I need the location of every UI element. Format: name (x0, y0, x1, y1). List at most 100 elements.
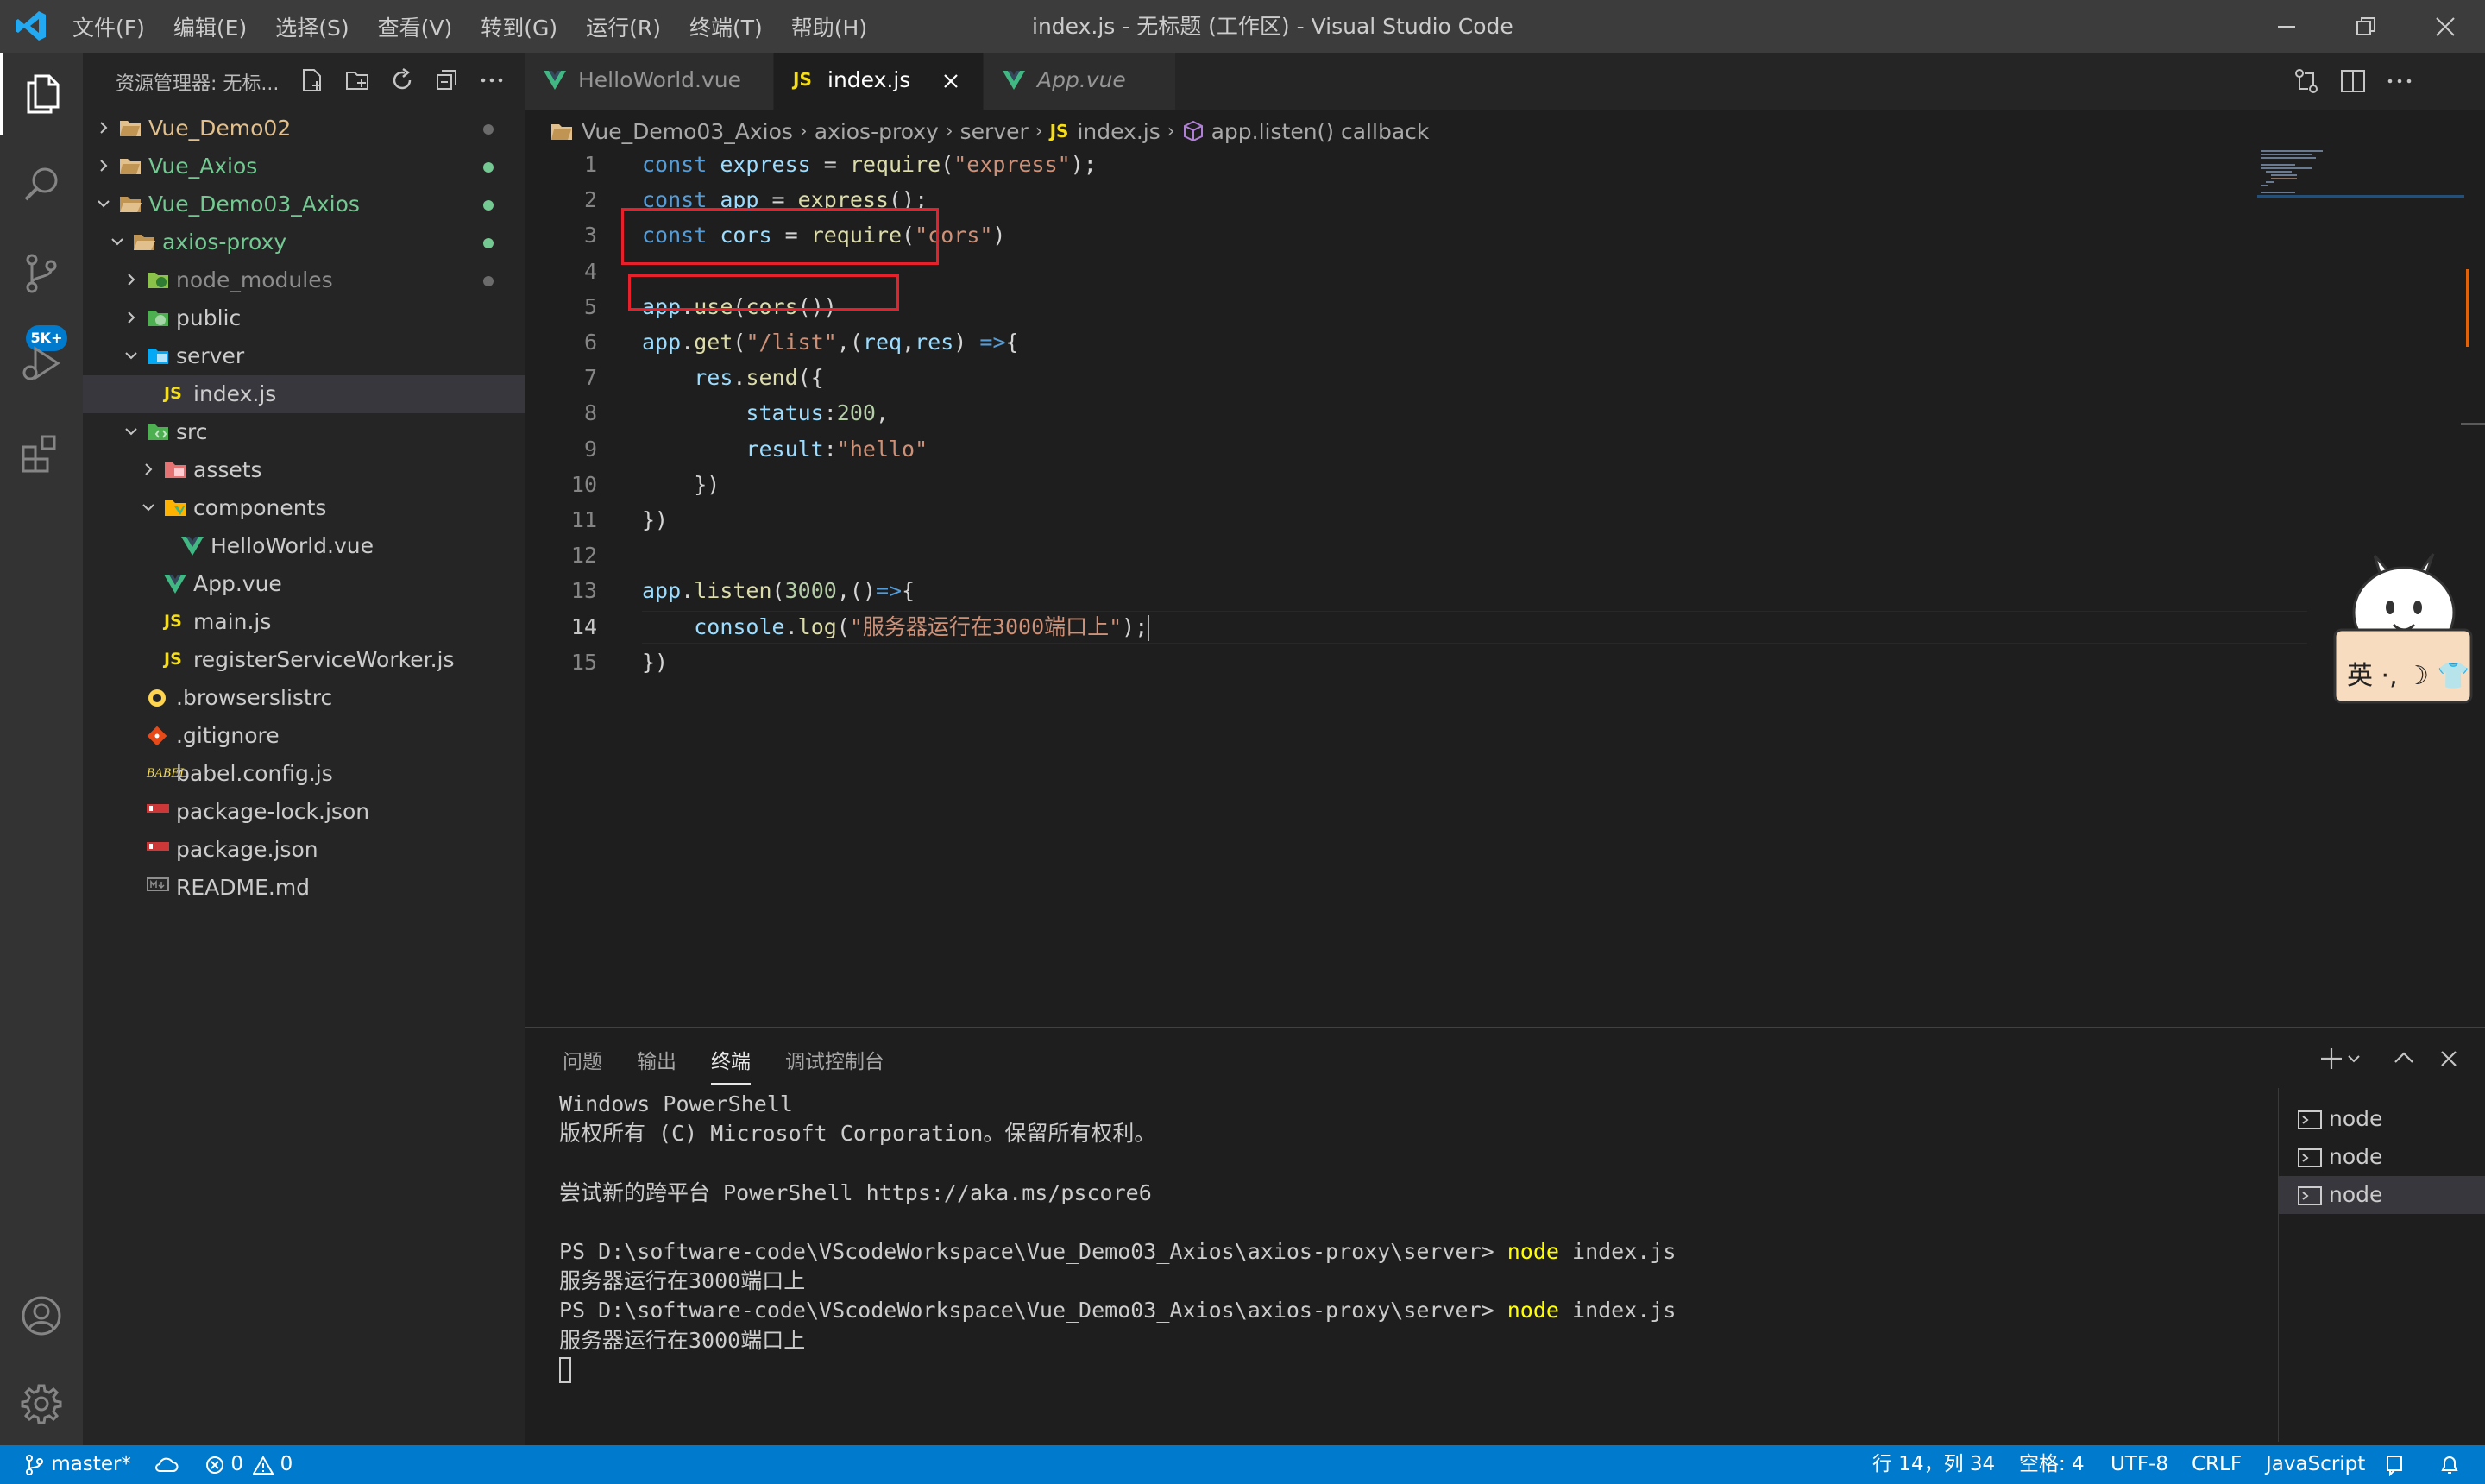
line-number: 1 (583, 152, 597, 177)
refresh-button[interactable] (387, 65, 418, 96)
restore-button[interactable] (2331, 0, 2400, 53)
maximize-panel-button[interactable] (2388, 1043, 2419, 1074)
tree-item-components[interactable]: components (83, 489, 525, 527)
collapse-all-button[interactable] (431, 65, 462, 96)
tree-item-vue-demo03-axios[interactable]: Vue_Demo03_Axios (83, 186, 525, 223)
tree-item-node-modules[interactable]: node_modules (83, 261, 525, 299)
tab-helloworld-vue[interactable]: HelloWorld.vue (525, 53, 774, 110)
close-tab-icon[interactable] (943, 73, 959, 89)
breadcrumb: Vue_Demo03_Axios › axios-proxy › server … (525, 110, 2485, 153)
breadcrumb-symbol[interactable]: app.listen() callback (1211, 119, 1430, 144)
sync-button[interactable] (154, 1445, 179, 1484)
tree-item-label: package.json (176, 837, 318, 862)
tree-item-main-js[interactable]: JS main.js (83, 603, 525, 641)
code-token: , (875, 400, 890, 426)
manage-button[interactable] (0, 1362, 83, 1445)
account-button[interactable] (0, 1274, 83, 1357)
tree-item-registerserviceworker-js[interactable]: JS registerServiceWorker.js (83, 641, 525, 679)
new-terminal-button[interactable] (2319, 1043, 2371, 1074)
breadcrumb-item[interactable]: index.js (1077, 119, 1160, 144)
tree-item-label: package-lock.json (176, 799, 370, 824)
tab-app-vue[interactable]: App.vue (984, 53, 1176, 110)
vue-file-icon (164, 574, 186, 594)
open-changes-button[interactable] (2292, 66, 2323, 97)
tree-item-assets[interactable]: assets (83, 451, 525, 489)
tab-terminal[interactable]: 终端 (711, 1045, 751, 1085)
indentation-status[interactable]: 空格: 4 (2019, 1445, 2085, 1484)
tab-debug-console[interactable]: 调试控制台 (785, 1045, 884, 1085)
tree-item-vue-axios[interactable]: Vue_Axios (83, 148, 525, 186)
tab-problems[interactable]: 问题 (563, 1045, 602, 1085)
menu-help[interactable]: 帮助(H) (791, 11, 867, 42)
run-debug-button[interactable] (0, 322, 83, 405)
tab-output[interactable]: 输出 (637, 1045, 676, 1085)
tree-item-browserslistrc[interactable]: .browserslistrc (83, 679, 525, 717)
close-window-button[interactable] (2411, 0, 2480, 53)
error-count: 0 (230, 1453, 243, 1475)
menu-file[interactable]: 文件(F) (72, 11, 145, 42)
compare-changes-icon (2295, 69, 2318, 93)
cursor-position[interactable]: 行 14，列 34 (1872, 1445, 1995, 1484)
folder-icon (119, 118, 142, 139)
server-folder-icon (147, 346, 169, 367)
search-button[interactable] (0, 142, 83, 225)
restore-icon (2356, 16, 2375, 35)
split-editor-button[interactable] (2338, 66, 2369, 97)
tree-item-app-vue[interactable]: App.vue (83, 565, 525, 603)
menu-terminal[interactable]: 终端(T) (689, 11, 763, 42)
terminal-output[interactable]: Windows PowerShell 版权所有 (C) Microsoft Cor… (559, 1090, 2268, 1435)
breadcrumb-item[interactable]: server (960, 119, 1029, 144)
more-actions-button[interactable] (476, 65, 507, 96)
tab-index-js[interactable]: JS index.js (774, 53, 984, 110)
menu-view[interactable]: 查看(V) (378, 11, 453, 42)
eol-status[interactable]: CRLF (2192, 1445, 2242, 1484)
js-file-icon: JS (164, 612, 182, 631)
tree-item-gitignore[interactable]: .gitignore (83, 717, 525, 755)
notifications-button[interactable] (2438, 1445, 2461, 1484)
line-number: 3 (583, 223, 597, 248)
tree-item-server[interactable]: server (83, 337, 525, 375)
code-token: "express" (953, 152, 1071, 177)
code-token: ) (953, 330, 980, 355)
code-token: 200 (836, 400, 876, 426)
breadcrumb-item[interactable]: Vue_Demo03_Axios (582, 119, 793, 144)
extensions-button[interactable] (0, 412, 83, 494)
menu-go[interactable]: 转到(G) (481, 11, 557, 42)
terminal-session-item[interactable]: node (2279, 1138, 2485, 1176)
tree-item-vue-demo02[interactable]: Vue_Demo02 (83, 110, 525, 148)
minimap-preview (2257, 150, 2464, 198)
minimize-button[interactable] (2252, 0, 2321, 53)
new-folder-button[interactable] (342, 65, 373, 96)
source-control-button[interactable] (0, 232, 83, 315)
tree-item-src[interactable]: src (83, 413, 525, 451)
code-token: . (784, 613, 798, 639)
menu-run[interactable]: 运行(R) (586, 11, 661, 42)
new-file-button[interactable] (297, 65, 328, 96)
git-branch-status[interactable]: master* (24, 1445, 131, 1484)
tree-item-helloworld-vue[interactable]: HelloWorld.vue (83, 527, 525, 565)
tree-item-babel-config-js[interactable]: BABEL babel.config.js (83, 755, 525, 793)
terminal-session-item[interactable]: node (2279, 1100, 2485, 1138)
breadcrumb-item[interactable]: axios-proxy (815, 119, 939, 144)
tree-item-index-js[interactable]: JS index.js (83, 375, 525, 413)
problems-status[interactable]: 0 0 (205, 1445, 293, 1484)
menu-edit[interactable]: 编辑(E) (173, 11, 247, 42)
ime-mascot-widget[interactable]: 英 ·, ☽ 👕 (2330, 552, 2476, 716)
tree-item-readme-md[interactable]: README.md (83, 869, 525, 907)
editor-more-actions-button[interactable] (2385, 66, 2416, 97)
encoding-status[interactable]: UTF-8 (2111, 1445, 2168, 1484)
minimap[interactable] (2257, 148, 2464, 200)
code-editor[interactable]: 1 const express = require("express"); 2 con… (525, 148, 2485, 1027)
tree-item-public[interactable]: public (83, 299, 525, 337)
close-panel-button[interactable] (2433, 1043, 2464, 1074)
terminal-session-item[interactable]: node (2279, 1176, 2485, 1214)
assets-folder-icon (164, 460, 186, 481)
explorer-button[interactable] (0, 53, 83, 135)
language-mode[interactable]: JavaScript (2266, 1445, 2365, 1484)
feedback-button[interactable] (2385, 1445, 2407, 1484)
menu-selection[interactable]: 选择(S) (275, 11, 349, 42)
tree-item-axios-proxy[interactable]: axios-proxy (83, 223, 525, 261)
tree-item-package-json[interactable]: package.json (83, 831, 525, 869)
tree-item-package-lock-json[interactable]: package-lock.json (83, 793, 525, 831)
